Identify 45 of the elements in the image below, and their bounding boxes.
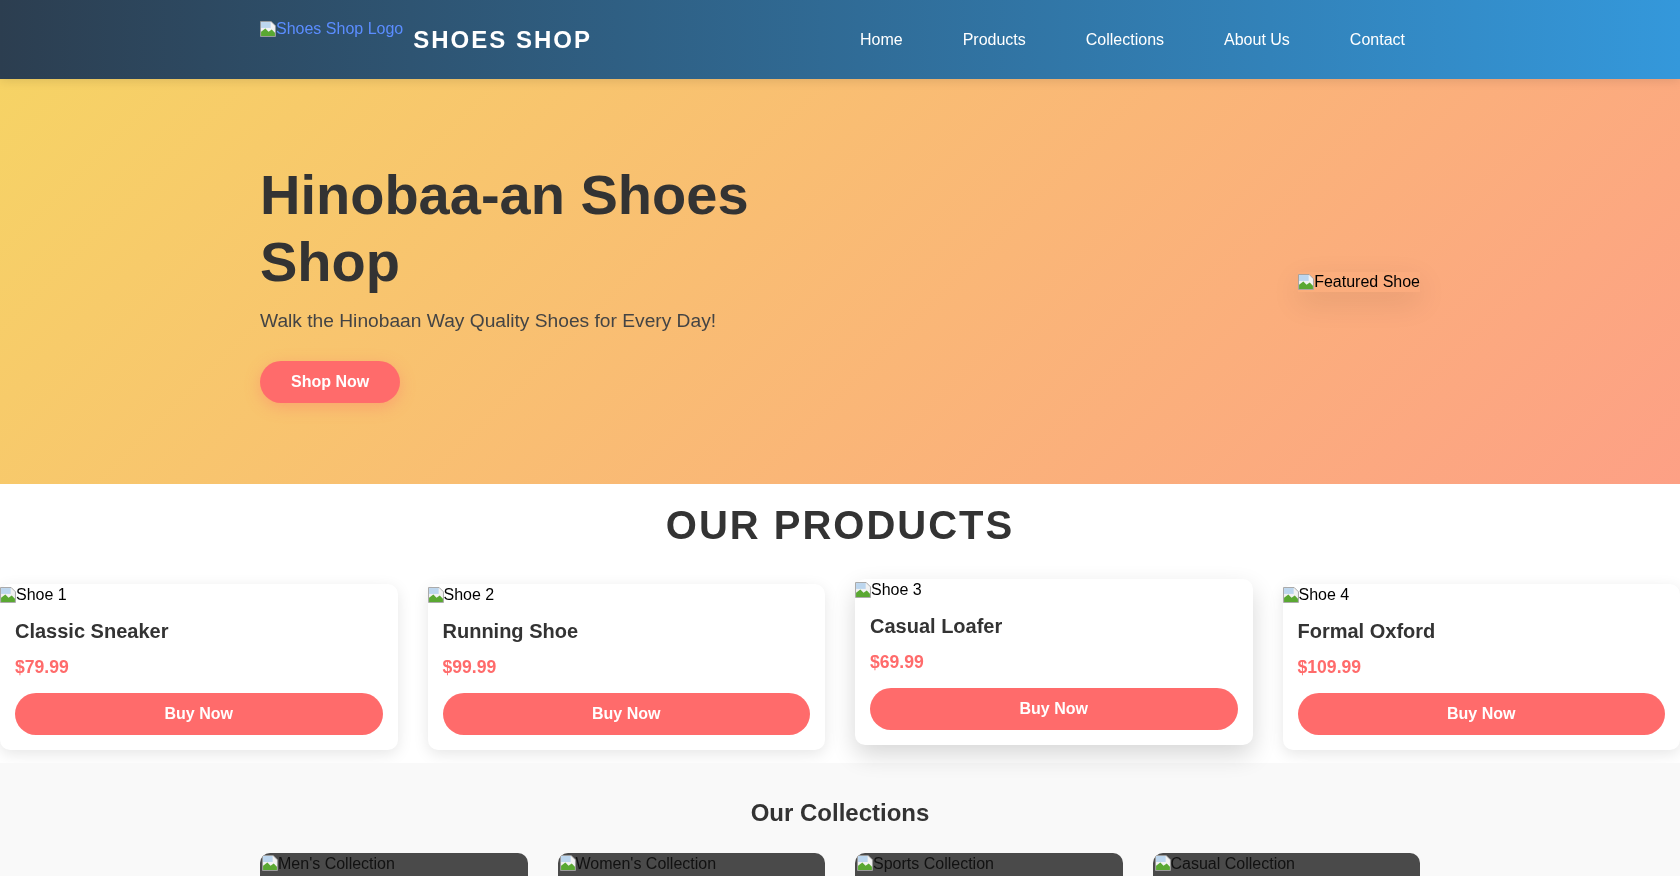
product-price: $109.99 [1297,657,1363,677]
collection-card[interactable]: Sports Collection [855,853,1123,876]
image-icon [0,587,16,603]
image-icon [1298,273,1315,290]
hero-title: Hinobaa-an Shoes Shop [260,161,750,295]
image-icon [262,855,278,871]
product-price: $69.99 [870,652,925,672]
nav-link[interactable]: About Us [1209,22,1305,57]
shop-now-button[interactable]: Shop Now [260,360,401,403]
buy-now-button[interactable]: Buy Now [1297,693,1665,735]
section-title: OUR PRODUCTS [664,502,1016,548]
product-name: Formal Oxford [1297,619,1437,643]
collection-card[interactable]: Casual Collection [1152,853,1420,876]
image-icon [857,855,873,871]
image-icon [260,20,276,37]
product-name: Casual Loafer [870,614,1004,638]
brand-name: SHOES SHOP [413,25,592,54]
nav-link[interactable]: Collections [1070,22,1180,57]
image-icon [427,587,444,603]
nav-link[interactable]: Products [947,22,1041,57]
section-title: Our Collections [749,799,931,827]
buy-now-button[interactable]: Buy Now [442,693,810,735]
image-alt-text: Men's Collection [278,855,395,873]
product-name: Running Shoe [442,619,580,643]
image-alt-text: Shoe 4 [1298,586,1350,604]
product-name: Classic Sneaker [15,619,170,643]
image-alt-text: Casual Collection [1170,855,1295,873]
image-alt-text: Shoe 1 [16,586,67,604]
image-icon [855,582,871,598]
nav-link[interactable]: Home [844,22,918,57]
product-price: $79.99 [15,657,70,677]
image-icon [559,855,576,871]
image-icon [1154,855,1171,871]
image-icon [1282,587,1299,603]
logo-link[interactable]: Shoes Shop Logo [260,19,404,38]
nav-link[interactable]: Contact [1334,22,1420,57]
image-alt-text: Featured Shoe [1314,271,1420,292]
collection-card[interactable]: Men's Collection [260,853,528,876]
image-alt-text: Shoe 2 [443,586,495,604]
buy-now-button[interactable]: Buy Now [15,693,383,735]
image-alt-text: Shoe 3 [871,581,922,599]
hero-subtitle: Walk the Hinobaan Way Quality Shoes for Every Day! [260,309,718,332]
image-alt-text: Sports Collection [873,855,994,873]
buy-now-button[interactable]: Buy Now [870,688,1238,730]
product-price: $99.99 [442,657,498,677]
